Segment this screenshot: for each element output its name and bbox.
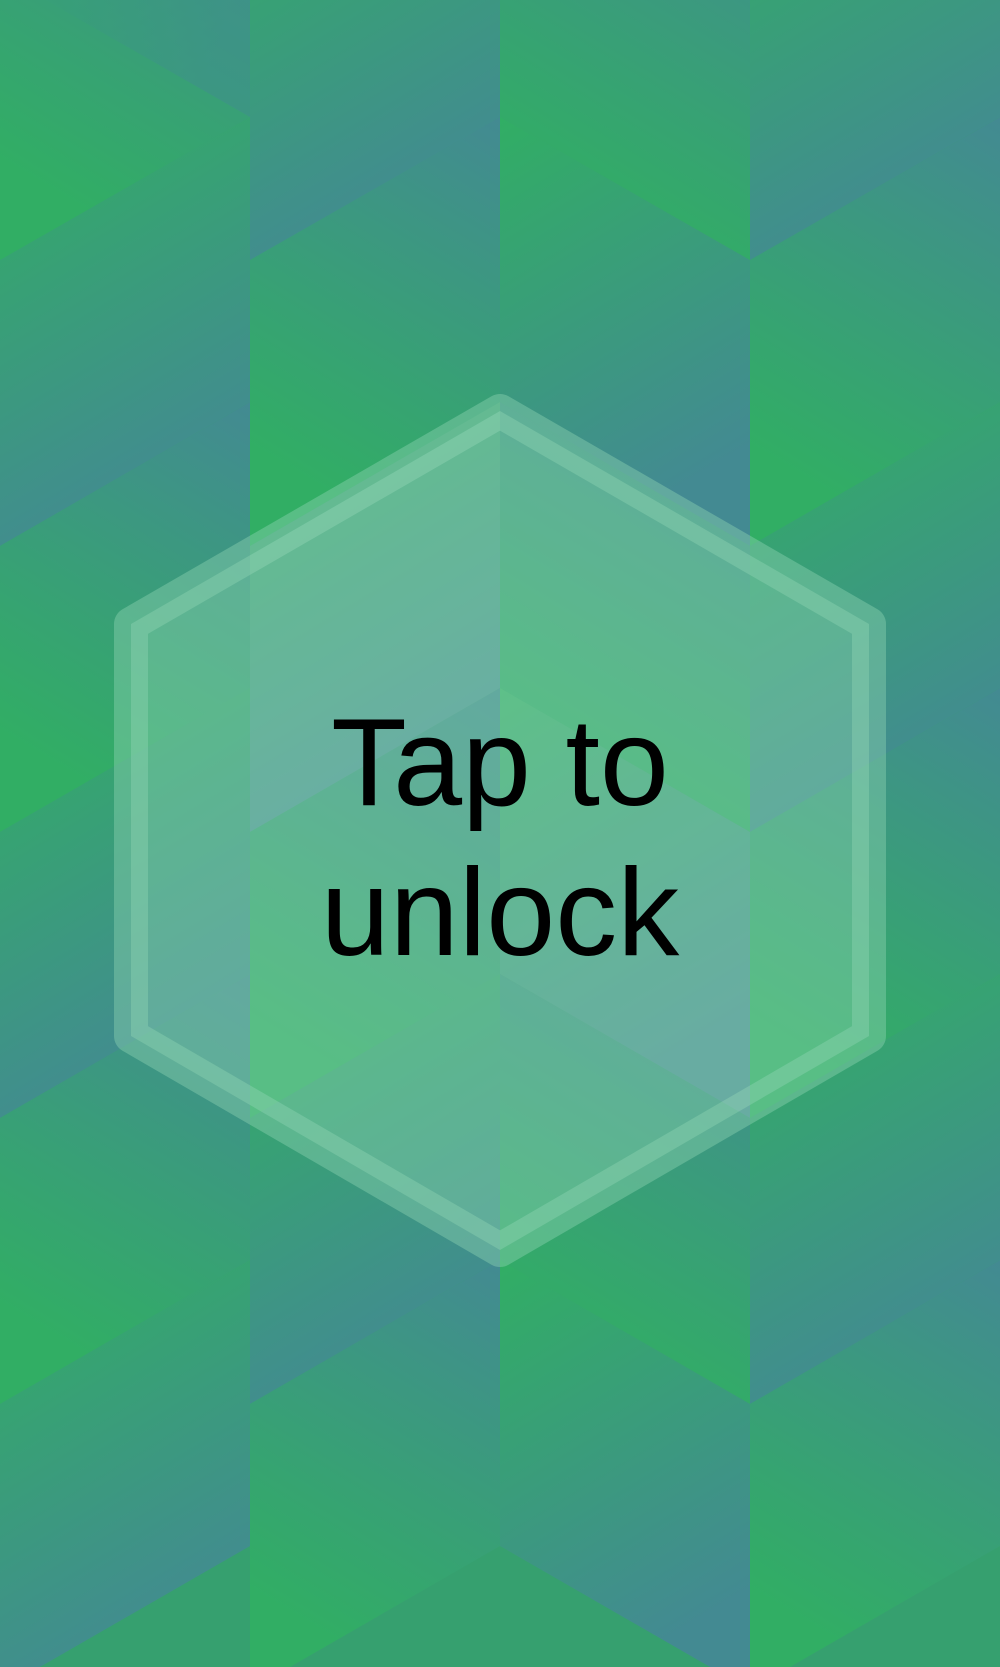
unlock-button[interactable]	[0, 0, 1000, 1667]
unlock-hexagon-icon	[114, 394, 886, 1267]
